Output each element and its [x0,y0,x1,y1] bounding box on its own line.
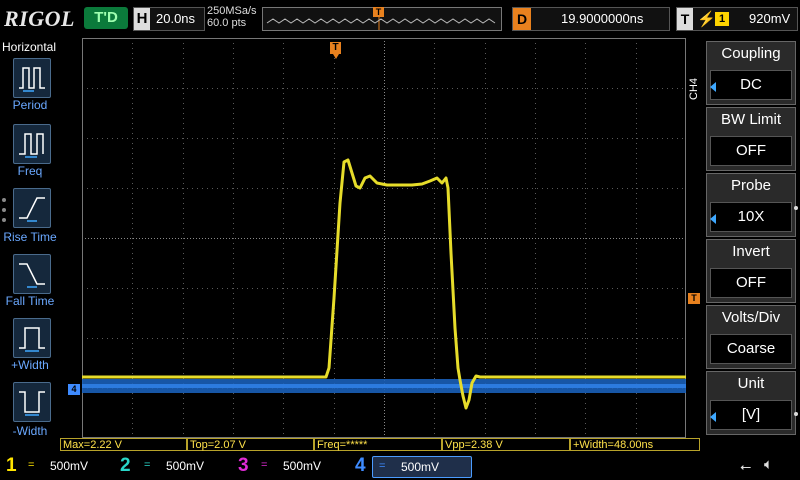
trigger-label: T [677,8,693,30]
measurement-top[interactable]: Top=2.07 V [187,438,314,451]
trigger-level-marker[interactable]: T [688,293,700,304]
ch4-coupling-icon: = [379,460,386,472]
trigger-position-pointer [333,54,339,59]
ch3-coupling-icon: = [261,459,268,471]
trigger-source: 1 [715,12,729,26]
negative-width-button[interactable] [13,382,51,422]
bw-limit-title: BW Limit [721,111,781,128]
freq-icon [19,133,44,158]
measurement-max[interactable]: Max=2.22 V [60,438,187,451]
rise-time-button[interactable] [13,188,51,228]
unit-arrow-icon [710,412,716,422]
horizontal-timebase-box[interactable]: H 20.0ns [133,7,205,31]
ch4-trace-core [82,384,686,388]
ch1-scale: 500mV [50,459,89,473]
measurement-positive-width[interactable]: +Width=48.00ns [570,438,700,451]
sample-rate: 250MSa/s [207,5,257,17]
coupling-menu-item[interactable]: Coupling DC [706,41,796,105]
measurement-vpp[interactable]: Vpp=2.38 V [442,438,570,451]
volts-div-value: Coarse [710,334,792,364]
left-menu-title: Horizontal [2,40,57,54]
acquisition-info: 250MSa/s 60.0 pts [207,5,257,29]
usb-icon: ⭠ [740,458,752,474]
memory-overview-bar[interactable]: T [262,7,502,31]
invert-value: OFF [710,268,792,298]
ch4-ground-marker[interactable]: 4 [68,384,80,395]
period-icon [19,67,45,92]
invert-title: Invert [732,243,770,260]
fall-time-button[interactable] [13,254,51,294]
brand-logo: RIGOL [4,6,75,31]
volts-div-menu-item[interactable]: Volts/Div Coarse [706,305,796,369]
volts-div-title: Volts/Div [721,309,781,326]
negative-width-label: -Width [12,424,48,438]
probe-title: Probe [730,177,772,194]
channel-tag: CH4 [688,70,700,110]
delay-label: D [513,8,531,30]
horizontal-label: H [134,8,150,30]
probe-menu-item[interactable]: Probe 10X [706,173,796,237]
unit-title: Unit [737,375,765,392]
positive-width-button[interactable] [13,318,51,358]
fall-time-label: Fall Time [5,294,55,308]
speaker-muted-icon[interactable]: 🔈︎ [764,456,773,473]
trigger-level-value: 920mV [749,11,791,26]
bw-limit-value: OFF [710,136,792,166]
menu-page-dots [2,198,6,222]
ch1-scale-box[interactable]: = 500mV [22,456,112,476]
coupling-title: Coupling [721,45,781,62]
period-label: Period [12,98,48,112]
coupling-arrow-icon [710,82,716,92]
ch4-scale: 500mV [401,460,440,474]
menu-page-dot [794,412,798,416]
negative-width-icon [19,391,45,416]
timebase-value: 20.0ns [156,11,196,26]
menu-page-dot [794,206,798,210]
unit-value: [V] [710,400,792,430]
channel-tag-text: CH4 [688,77,700,100]
period-button[interactable] [13,58,51,98]
ch2-scale: 500mV [166,459,205,473]
ch4-number[interactable]: 4 [355,455,366,477]
positive-width-icon [19,327,45,352]
waveform-display[interactable] [82,38,686,438]
measurement-freq[interactable]: Freq=***** [314,438,442,451]
ch3-number[interactable]: 3 [238,455,249,477]
ch1-number[interactable]: 1 [6,455,17,477]
ch4-scale-box[interactable]: = 500mV [372,456,472,478]
delay-box[interactable]: D 19.9000000ns [512,7,670,31]
freq-label: Freq [17,164,43,178]
delay-value: 19.9000000ns [561,11,644,26]
ch1-coupling-icon: = [28,459,35,471]
coupling-value: DC [710,70,792,100]
rise-time-label: Rise Time [3,230,57,244]
trigger-settings-box[interactable]: T ⚡ 1 920mV [676,7,798,31]
positive-width-label: +Width [11,358,49,372]
rise-time-icon [19,197,45,222]
ch2-number[interactable]: 2 [120,455,131,477]
probe-arrow-icon [710,214,716,224]
probe-value: 10X [710,202,792,232]
ch2-coupling-icon: = [144,459,151,471]
memory-depth: 60.0 pts [207,17,247,29]
fall-time-icon [19,263,45,288]
trigger-status-badge[interactable]: T'D [84,7,128,29]
ch3-scale-box[interactable]: = 500mV [255,456,345,476]
invert-menu-item[interactable]: Invert OFF [706,239,796,303]
memory-trigger-marker: T [373,7,384,17]
freq-button[interactable] [13,124,51,164]
unit-menu-item[interactable]: Unit [V] [706,371,796,435]
bw-limit-menu-item[interactable]: BW Limit OFF [706,107,796,171]
ch3-scale: 500mV [283,459,322,473]
trigger-position-marker[interactable]: T [330,42,341,54]
ch2-scale-box[interactable]: = 500mV [138,456,228,476]
rising-edge-icon: ⚡ [697,11,716,28]
